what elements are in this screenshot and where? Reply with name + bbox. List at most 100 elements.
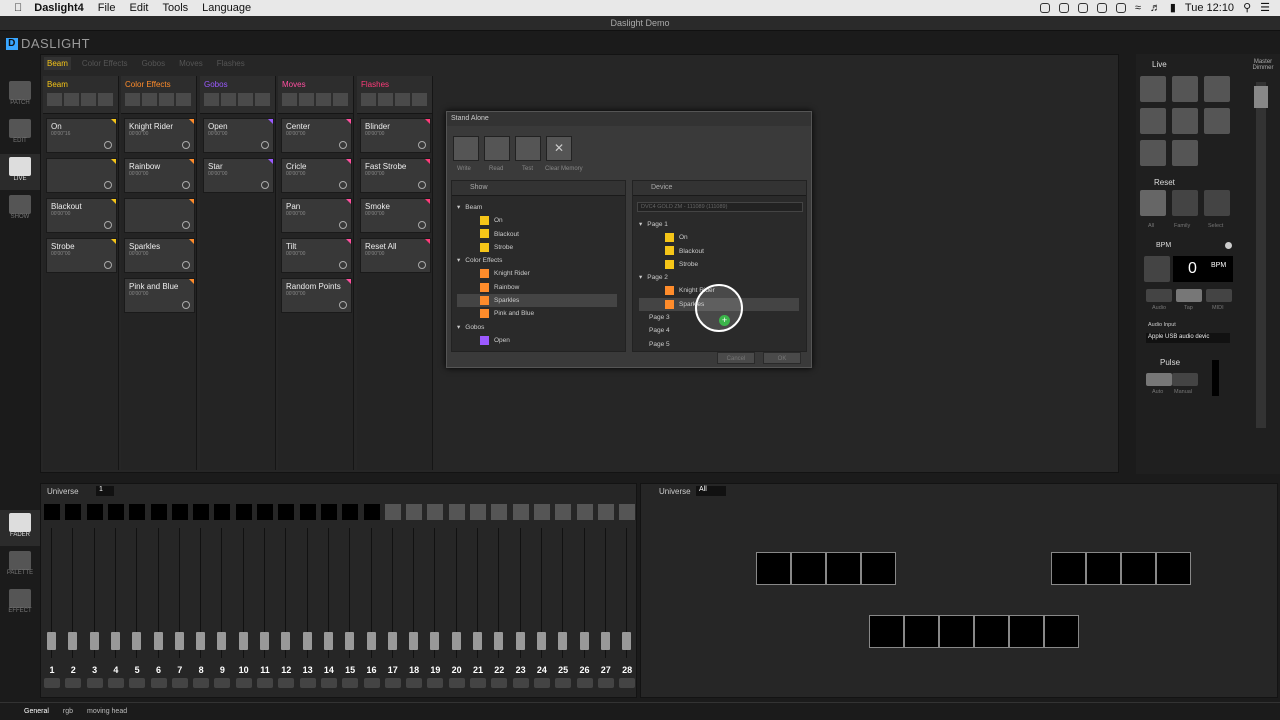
tree-row[interactable]: Open xyxy=(457,334,617,347)
fader-knob[interactable] xyxy=(302,632,312,650)
fader-knob[interactable] xyxy=(536,632,546,650)
scene-button[interactable]: On 00'00"16 xyxy=(46,118,117,153)
loop-icon[interactable] xyxy=(104,221,112,229)
pause-icon[interactable] xyxy=(221,93,236,106)
off-button[interactable] xyxy=(235,678,252,688)
fixture-cell[interactable] xyxy=(791,552,826,585)
play-icon[interactable] xyxy=(204,93,219,106)
off-button[interactable] xyxy=(597,678,614,688)
fixture-cell[interactable] xyxy=(904,615,939,648)
play-icon[interactable] xyxy=(47,93,62,106)
settings-icon[interactable] xyxy=(1096,2,1107,13)
off-button[interactable] xyxy=(107,678,124,688)
scene-button[interactable]: Sparkles 00'00"00 xyxy=(124,238,195,273)
fader-knob[interactable] xyxy=(409,632,419,650)
previous-icon[interactable] xyxy=(395,93,410,106)
tree-row[interactable]: Blackout xyxy=(639,245,799,258)
fader-channel[interactable]: 19 xyxy=(425,502,445,688)
scene-button[interactable]: Tilt 00'00"00 xyxy=(281,238,352,273)
fader-channel[interactable]: 27 xyxy=(596,502,616,688)
tree-row[interactable]: Rainbow xyxy=(457,281,617,294)
pause-icon[interactable] xyxy=(1204,76,1230,102)
tree-row[interactable]: Sparkles xyxy=(457,294,617,308)
app-menu[interactable]: Daslight4 xyxy=(34,2,84,14)
loop-icon[interactable] xyxy=(104,141,112,149)
midi-button[interactable] xyxy=(1206,289,1232,302)
menu-tools[interactable]: Tools xyxy=(162,2,188,14)
play-icon[interactable] xyxy=(1172,76,1198,102)
fader-knob[interactable] xyxy=(132,632,142,650)
sync-icon[interactable] xyxy=(1058,2,1069,13)
off-button[interactable] xyxy=(619,678,636,688)
scene-button[interactable] xyxy=(124,198,195,233)
fader-knob[interactable] xyxy=(47,632,56,650)
pause-icon[interactable] xyxy=(64,93,79,106)
master-dimmer-knob[interactable] xyxy=(1254,86,1268,108)
off-button[interactable] xyxy=(427,678,444,688)
loop-icon[interactable] xyxy=(104,261,112,269)
tree-row[interactable]: Blackout xyxy=(457,228,617,241)
loop-icon[interactable] xyxy=(182,221,190,229)
fader-knob[interactable] xyxy=(579,632,589,650)
off-button[interactable] xyxy=(342,678,359,688)
off-button[interactable] xyxy=(278,678,295,688)
loop-icon[interactable] xyxy=(418,141,426,149)
clear-memory-button[interactable]: ✕ xyxy=(546,136,572,161)
off-button[interactable] xyxy=(470,678,486,688)
fader-knob[interactable] xyxy=(89,632,99,650)
off-button[interactable] xyxy=(320,678,337,688)
device-select[interactable]: DVC4 GOLD ZM - 111089 (111089) xyxy=(637,202,803,212)
scene-button[interactable]: Center 00'00"00 xyxy=(281,118,352,153)
fader-channel[interactable]: 10 xyxy=(234,502,254,688)
fixture-cell[interactable] xyxy=(1156,552,1191,585)
nav-fader[interactable]: FADER xyxy=(0,510,40,546)
expand-arrow-icon[interactable]: ▾ xyxy=(457,257,460,264)
tab-beam[interactable]: Beam xyxy=(44,57,71,70)
next-icon[interactable] xyxy=(412,93,427,106)
camera-icon[interactable] xyxy=(1140,140,1166,166)
fixture-cell[interactable] xyxy=(1121,552,1156,585)
expand-arrow-icon[interactable]: ▾ xyxy=(639,274,642,281)
scene-button[interactable]: Random Points 00'00"00 xyxy=(281,278,352,313)
pause-icon[interactable] xyxy=(378,93,393,106)
scene-button[interactable]: Cricle 00'00"00 xyxy=(281,158,352,193)
fader-channel[interactable]: 15 xyxy=(340,502,360,688)
master-dimmer-track[interactable] xyxy=(1256,82,1266,428)
off-button[interactable] xyxy=(576,678,593,688)
fader-knob[interactable] xyxy=(174,632,184,650)
loop-icon[interactable] xyxy=(261,141,269,149)
play-icon[interactable] xyxy=(361,93,376,106)
grid-select-icon[interactable] xyxy=(1204,190,1230,216)
off-button[interactable] xyxy=(555,678,572,688)
fader-channel[interactable]: 22 xyxy=(489,502,509,688)
off-button[interactable] xyxy=(363,678,380,688)
tree-row[interactable]: On xyxy=(457,214,617,227)
fixture-cell[interactable] xyxy=(826,552,861,585)
loop-icon[interactable] xyxy=(261,181,269,189)
tab-moves[interactable]: Moves xyxy=(176,57,206,70)
ok-button[interactable]: OK xyxy=(763,352,801,364)
fader-knob[interactable] xyxy=(153,632,163,650)
tab-flashes[interactable]: Flashes xyxy=(214,57,248,70)
loop-icon[interactable] xyxy=(182,301,190,309)
off-button[interactable] xyxy=(257,678,273,688)
off-button[interactable] xyxy=(171,678,188,688)
fader-knob[interactable] xyxy=(494,632,504,650)
fader-knob[interactable] xyxy=(323,632,333,650)
scene-button[interactable]: Rainbow 00'00"00 xyxy=(124,158,195,193)
write-button[interactable] xyxy=(453,136,479,161)
fader-channel[interactable]: 14 xyxy=(319,502,339,688)
fixture-cell[interactable] xyxy=(1009,615,1044,648)
fader-channel[interactable]: 6 xyxy=(149,502,169,688)
scene-button[interactable]: Blinder 00'00"00 xyxy=(360,118,431,153)
grid-family-icon[interactable] xyxy=(1172,190,1198,216)
menu-language[interactable]: Language xyxy=(202,2,251,14)
fader-knob[interactable] xyxy=(430,632,440,650)
fader-channel[interactable]: 12 xyxy=(276,502,296,688)
fader-channel[interactable]: 16 xyxy=(362,502,382,688)
wifi-icon[interactable]: ≈ xyxy=(1135,2,1141,14)
lock-icon[interactable] xyxy=(1204,108,1230,134)
tree-row[interactable]: Knight Rider xyxy=(457,267,617,280)
fixture-cell[interactable] xyxy=(1051,552,1086,585)
expand-arrow-icon[interactable]: ▾ xyxy=(457,204,460,211)
